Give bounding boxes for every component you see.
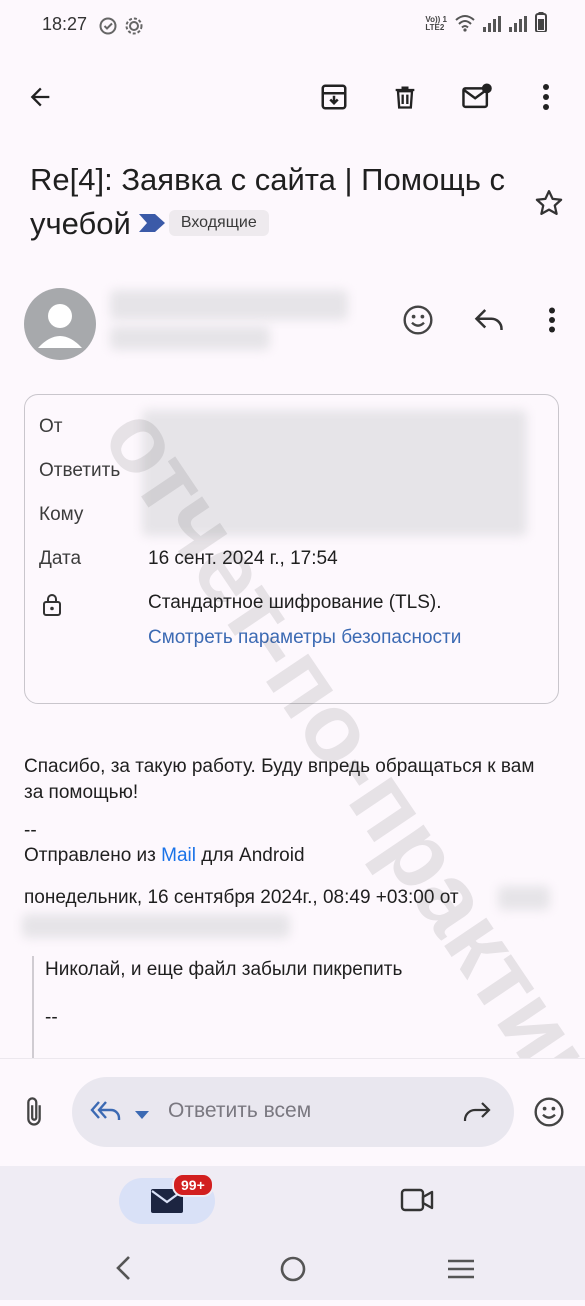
encryption-text: Стандартное шифрование (TLS). (148, 592, 442, 613)
sender-name-redacted (110, 290, 348, 320)
more-vert-icon (549, 307, 555, 333)
inbox-label-chip[interactable]: Входящие (168, 209, 269, 236)
forward-icon (463, 1102, 491, 1121)
signature-dash: -- (24, 820, 37, 841)
system-home-button[interactable] (279, 1255, 307, 1288)
body-message: Спасибо, за такую работу. Буду впредь об… (24, 756, 535, 803)
network-type: Vo)) 1 LTE2 (425, 15, 447, 32)
archive-button[interactable] (314, 77, 354, 117)
wifi-icon (455, 15, 475, 32)
quote-sender-redacted (498, 886, 550, 910)
unread-count-badge: 99+ (172, 1173, 214, 1197)
date-label: Дата (39, 548, 82, 569)
status-time: 18:27 (42, 14, 88, 34)
back-arrow-icon (30, 87, 50, 107)
quote-header: понедельник, 16 сентября 2024г., 08:49 +… (24, 887, 459, 908)
react-emoji-button[interactable] (398, 300, 438, 340)
quote-email-redacted (22, 914, 290, 938)
system-back-button[interactable] (112, 1254, 134, 1287)
reply-all-placeholder: Ответить всем (168, 1099, 312, 1122)
reply-button[interactable] (469, 300, 509, 340)
addresses-redacted (142, 410, 527, 536)
emoji-icon (534, 1097, 564, 1127)
bottom-navigation (0, 1166, 585, 1236)
sender-subline-redacted (110, 326, 270, 350)
chevron-left-icon (116, 1256, 130, 1280)
reply-all-mode-icon[interactable] (90, 1099, 124, 1130)
date-value: 16 сент. 2024 г., 17:54 (148, 548, 338, 569)
from-label: От (39, 416, 63, 437)
system-recents-button[interactable] (446, 1258, 476, 1285)
back-button[interactable] (20, 77, 60, 117)
check-circle-icon (99, 17, 117, 35)
sent-from-line: Отправлено из Mail для Android (24, 845, 305, 866)
reply-to-label: Ответить (39, 460, 121, 481)
forward-button[interactable] (462, 1100, 492, 1129)
more-options-button[interactable] (526, 77, 566, 117)
battery-icon (535, 12, 547, 32)
status-notification-icons (98, 16, 144, 36)
importance-marker-icon (138, 200, 165, 244)
nav-meet-tab[interactable] (400, 1186, 434, 1219)
delete-button[interactable] (385, 77, 425, 117)
person-icon (38, 304, 82, 348)
menu-lines-icon (448, 1259, 474, 1279)
mark-unread-icon (462, 83, 492, 109)
star-button[interactable] (529, 183, 569, 223)
status-system-icons: Vo)) 1 LTE2 (425, 12, 547, 32)
home-circle-icon (280, 1256, 306, 1282)
security-details-link[interactable]: Смотреть параметры безопасности (148, 627, 461, 649)
quoted-text: Николай, и еще файл забыли пикрепить (45, 959, 403, 980)
mark-unread-button[interactable] (457, 77, 497, 117)
attach-icon (27, 1097, 41, 1126)
signal-2-icon (509, 16, 527, 32)
emoji-icon (403, 305, 433, 335)
archive-icon (321, 84, 347, 110)
video-camera-icon (400, 1188, 434, 1212)
attach-button[interactable] (14, 1092, 54, 1132)
quoted-dash: -- (45, 1007, 58, 1028)
chevron-down-icon[interactable] (134, 1107, 150, 1125)
to-label: Кому (39, 504, 84, 525)
delete-icon (395, 86, 415, 109)
quote-bar (32, 956, 34, 1058)
star-icon (535, 190, 563, 215)
more-vert-icon (543, 84, 549, 110)
settings-gear-icon (125, 17, 143, 35)
reply-icon (474, 309, 503, 330)
signal-1-icon (483, 16, 501, 32)
email-subject-block: Re[4]: Заявка с сайта | Помощь с учебой В… (30, 158, 520, 248)
emoji-button[interactable] (529, 1092, 569, 1132)
sender-more-button[interactable] (532, 300, 572, 340)
sender-avatar[interactable] (24, 288, 96, 360)
lock-icon (40, 592, 64, 623)
mail-app-link[interactable]: Mail (161, 845, 196, 866)
